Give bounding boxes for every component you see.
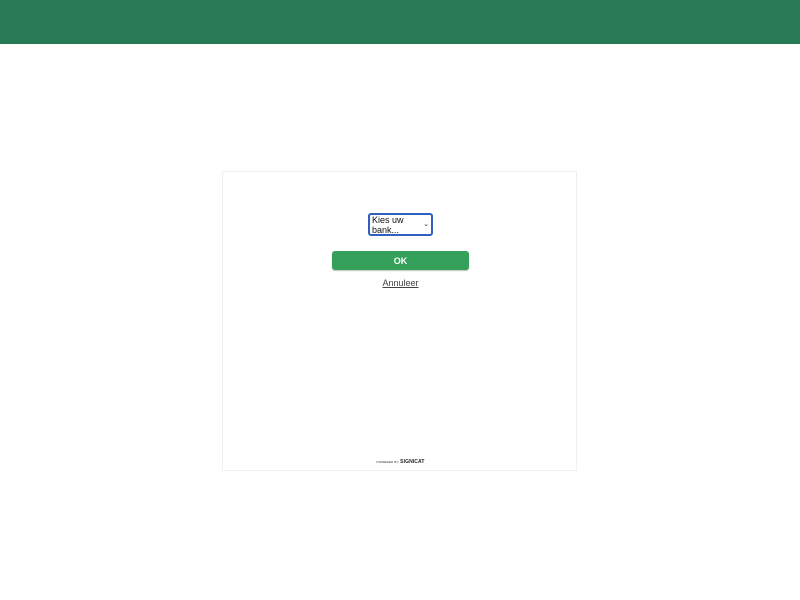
chevron-down-icon: ⌄	[423, 221, 429, 228]
bank-select-value: Kies uw bank...	[372, 214, 404, 235]
cancel-link[interactable]: Annuleer	[223, 278, 578, 288]
ok-button[interactable]: OK	[332, 251, 469, 270]
powered-by-footer: POWERED BY SIGNICAT	[223, 459, 578, 465]
powered-by-label: POWERED BY	[376, 460, 399, 464]
bank-select-dropdown[interactable]: Kies uw bank... ⌄	[368, 213, 433, 236]
signicat-logo: SIGNICAT	[400, 459, 425, 465]
bank-selection-card: Kies uw bank... ⌄ OK Annuleer POWERED BY…	[222, 171, 577, 471]
top-header-bar	[0, 0, 800, 44]
